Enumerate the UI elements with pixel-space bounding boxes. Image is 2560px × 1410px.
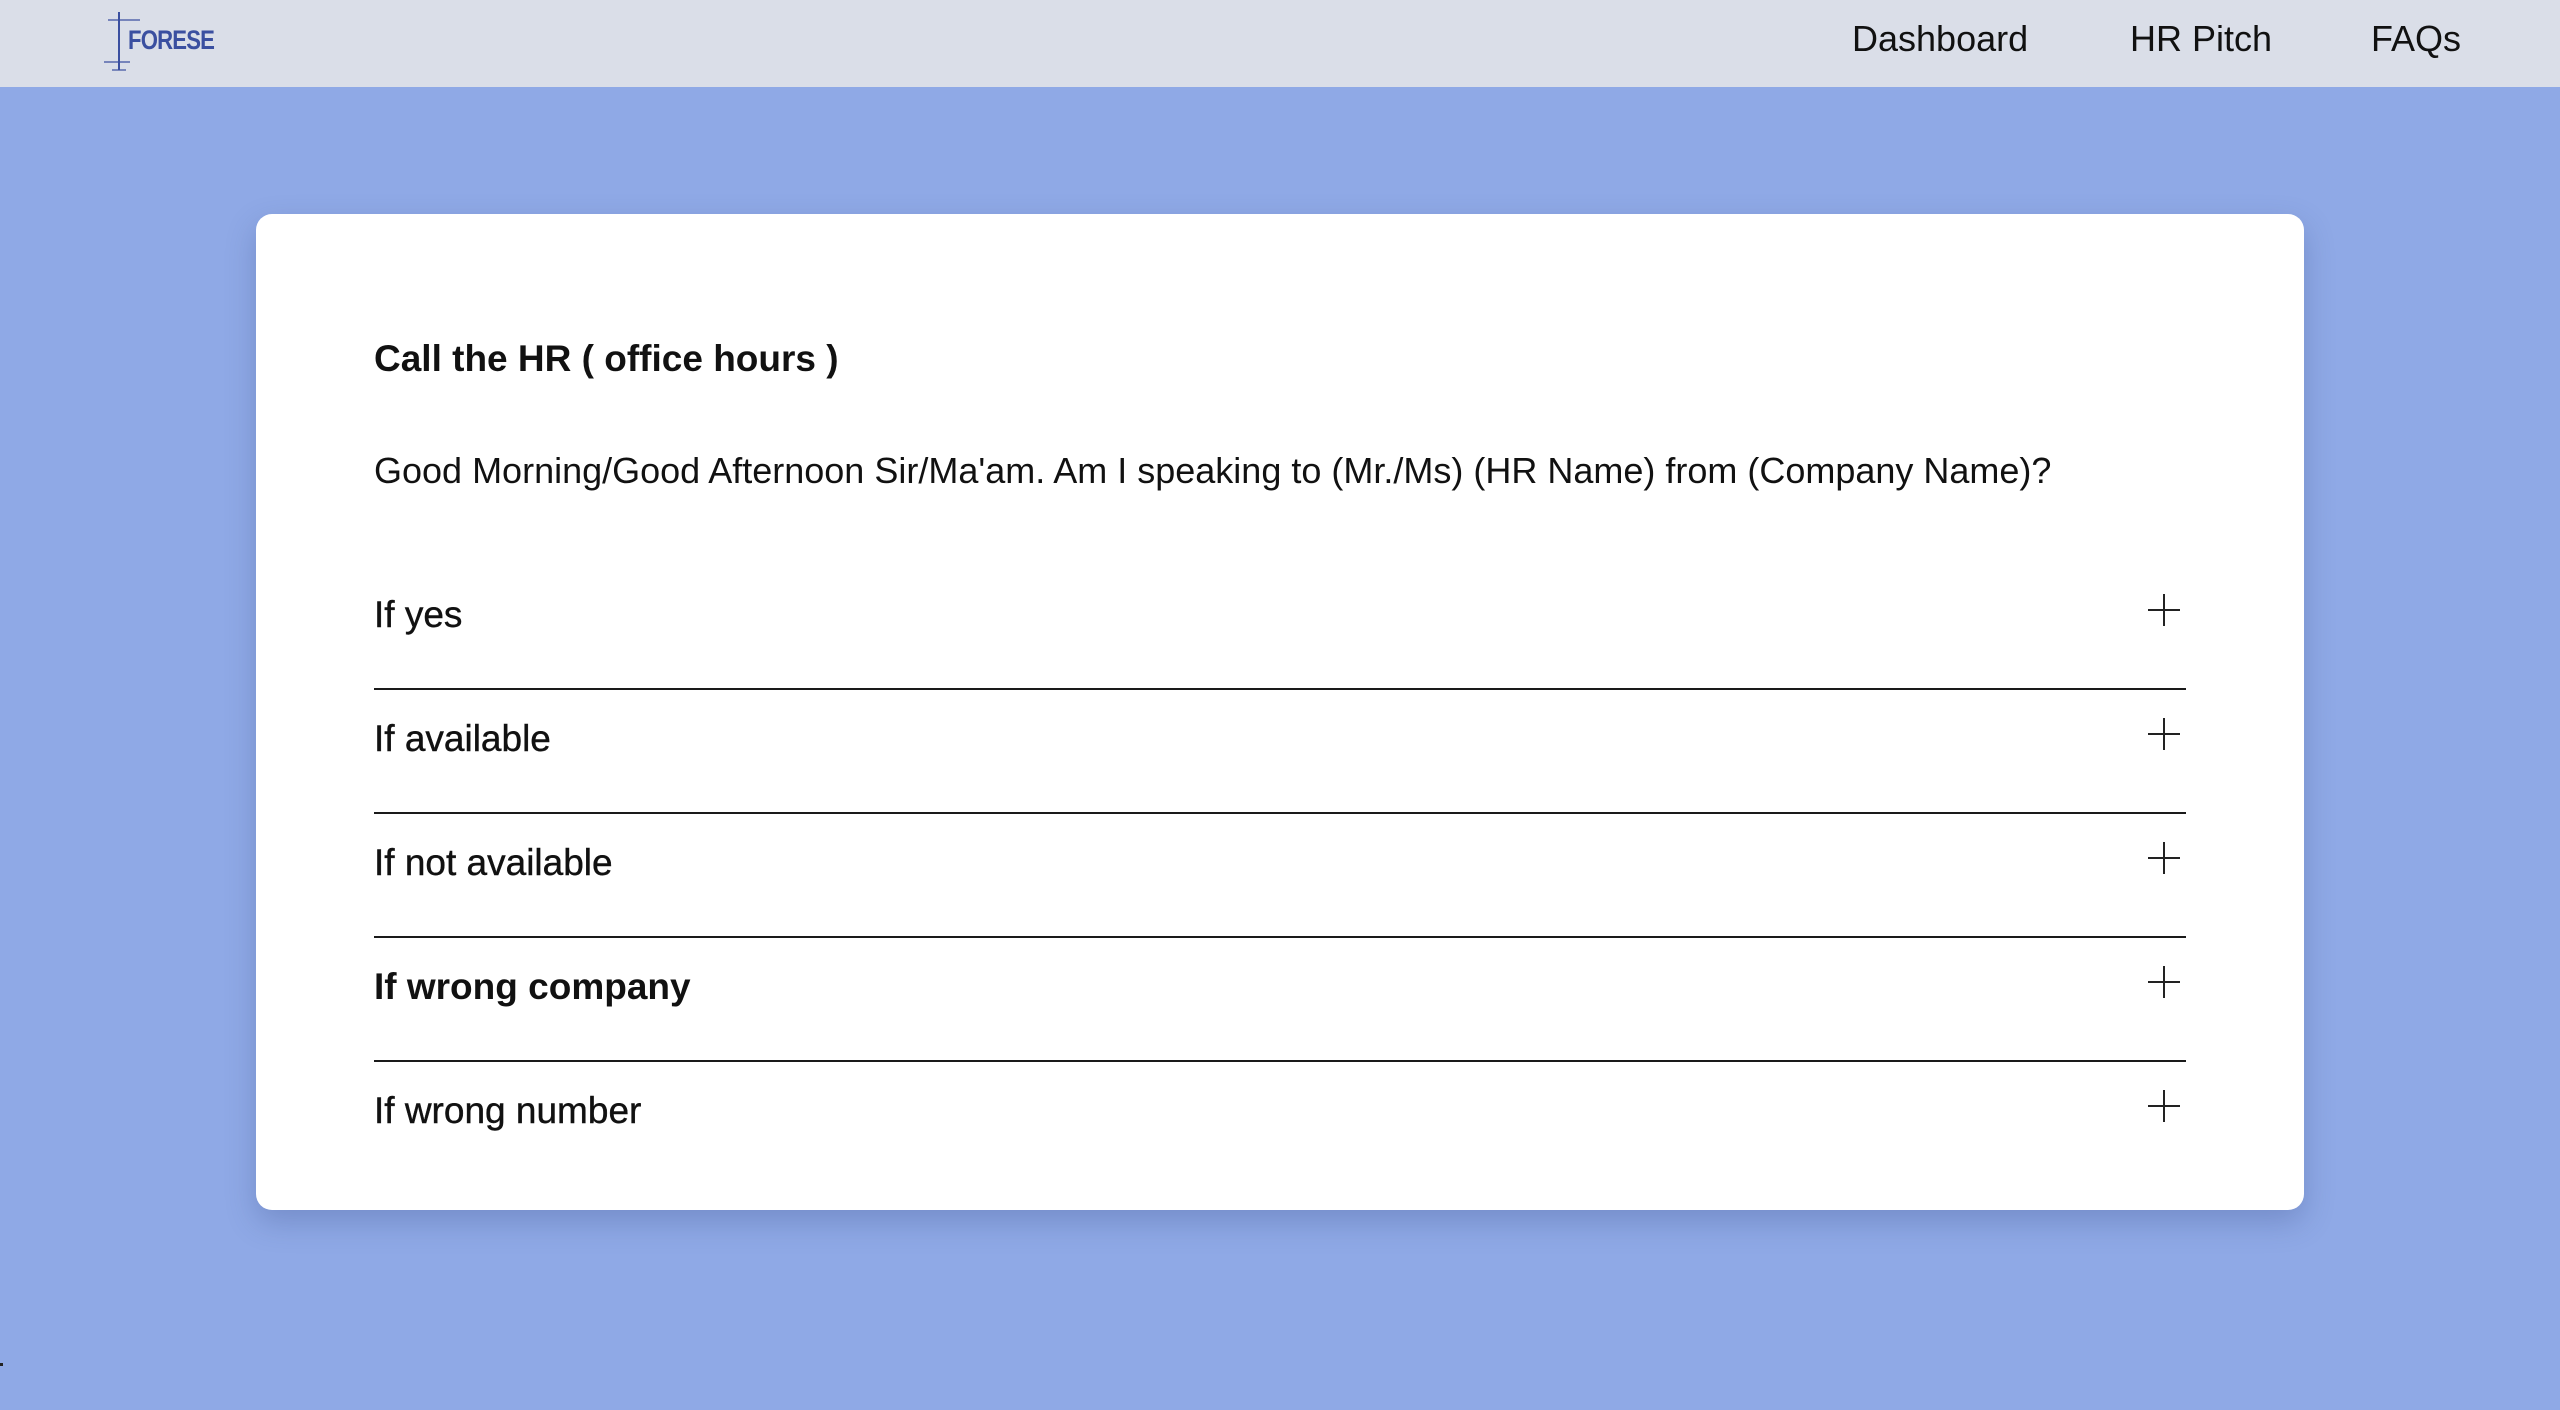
plus-icon[interactable] <box>2148 966 2180 998</box>
nav-link-hr-pitch[interactable]: HR Pitch <box>2130 18 2272 60</box>
logo-text: FORESE <box>128 25 215 55</box>
nav-link-dashboard[interactable]: Dashboard <box>1852 18 2028 60</box>
greeting-script: Good Morning/Good Afternoon Sir/Ma'am. A… <box>374 450 2052 491</box>
accordion-label: If wrong company <box>374 966 691 1007</box>
plus-icon[interactable] <box>2148 842 2180 874</box>
hr-pitch-card: Call the HR ( office hours ) Good Mornin… <box>256 214 2304 1210</box>
forese-logo[interactable]: FORESE <box>100 8 230 72</box>
plus-icon[interactable] <box>2148 594 2180 626</box>
top-navbar: FORESE Dashboard HR Pitch FAQs <box>0 0 2560 87</box>
corner-dot <box>0 1363 3 1366</box>
accordion-label: If wrong number <box>374 1090 642 1131</box>
accordion-label: If yes <box>374 594 463 635</box>
plus-icon[interactable] <box>2148 718 2180 750</box>
accordion-item-if-yes[interactable]: If yes <box>374 566 2186 690</box>
accordion-item-if-not-available[interactable]: If not available <box>374 814 2186 938</box>
card-title: Call the HR ( office hours ) <box>374 338 839 379</box>
accordion-item-if-wrong-company[interactable]: If wrong company <box>374 938 2186 1062</box>
accordion-label: If available <box>374 718 551 759</box>
plus-icon[interactable] <box>2148 1090 2180 1122</box>
response-accordion: If yes If available If not available If … <box>374 566 2186 1184</box>
accordion-item-if-wrong-number[interactable]: If wrong number <box>374 1062 2186 1184</box>
accordion-label: If not available <box>374 842 613 883</box>
accordion-item-if-available[interactable]: If available <box>374 690 2186 814</box>
nav-link-faqs[interactable]: FAQs <box>2371 18 2461 60</box>
